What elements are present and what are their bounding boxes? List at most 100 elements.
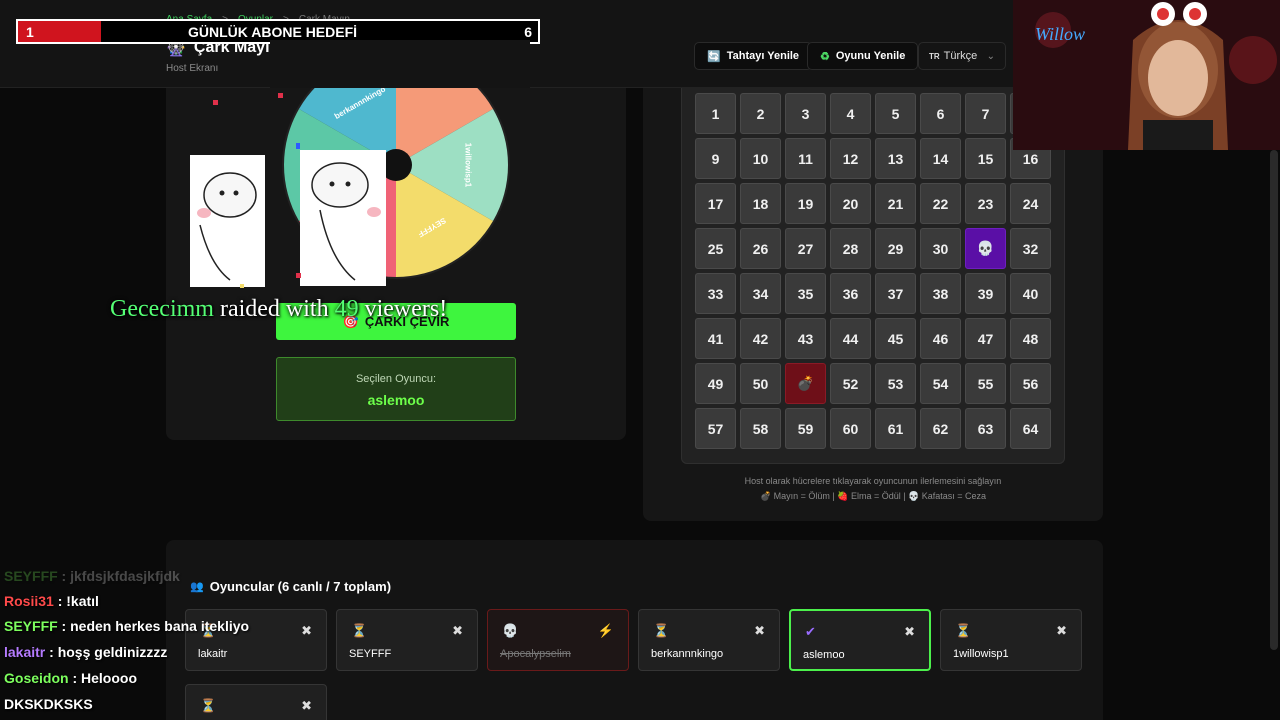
board-cell[interactable]: 34 xyxy=(740,273,781,314)
chat-separator: : xyxy=(45,644,58,660)
board-cell[interactable]: 6 xyxy=(920,93,961,134)
chat-separator: : xyxy=(57,618,71,634)
chat-message: SEYFFF : jkfdsjkfdasjkfjdk xyxy=(4,568,180,584)
chat-username: Goseidon xyxy=(4,670,69,686)
chat-message: lakaitr : hoşş geldinizzzz xyxy=(4,644,167,660)
board-cell[interactable]: 23 xyxy=(965,183,1006,224)
board-cell[interactable]: 20 xyxy=(830,183,871,224)
board-cell[interactable]: 55 xyxy=(965,363,1006,404)
board-cell[interactable]: 42 xyxy=(740,318,781,359)
board-cell[interactable]: 33 xyxy=(695,273,736,314)
board-cell[interactable]: 41 xyxy=(695,318,736,359)
webcam-overlay: Willow xyxy=(1013,0,1280,150)
board-cell[interactable]: 13 xyxy=(875,138,916,179)
board-cell-skull[interactable]: 💀 xyxy=(965,228,1006,269)
board-cell[interactable]: 63 xyxy=(965,408,1006,449)
lightning-icon[interactable]: ⚡ xyxy=(598,623,614,639)
board-cell[interactable]: 25 xyxy=(695,228,736,269)
board-cell[interactable]: 12 xyxy=(830,138,871,179)
board-cell[interactable]: 11 xyxy=(785,138,826,179)
board-cell[interactable]: 46 xyxy=(920,318,961,359)
board-cell[interactable]: 10 xyxy=(740,138,781,179)
board-cell[interactable]: 9 xyxy=(695,138,736,179)
hourglass-icon: ⏳ xyxy=(653,623,670,638)
chat-username: lakaitr xyxy=(4,644,46,660)
remove-player-icon[interactable]: ✖ xyxy=(452,623,463,639)
board-cell[interactable]: 14 xyxy=(920,138,961,179)
board-cell[interactable]: 26 xyxy=(740,228,781,269)
board-cell[interactable]: 2 xyxy=(740,93,781,134)
selected-player-label: Seçilen Oyuncu: xyxy=(355,373,437,385)
board-cell[interactable]: 21 xyxy=(875,183,916,224)
board-cell[interactable]: 53 xyxy=(875,363,916,404)
board-cell[interactable]: 45 xyxy=(875,318,916,359)
chat-username: SEYFFF xyxy=(4,568,58,584)
app-root: Ana Sayfa > Oyunlar > Çark Mayın 🎡 Çark … xyxy=(0,0,1280,720)
board-cell[interactable]: 37 xyxy=(875,273,916,314)
player-card[interactable]: 💀 ⚡ Apocalypselim xyxy=(487,609,629,671)
board-cell[interactable]: 7 xyxy=(965,93,1006,134)
page-subtitle: Host Ekranı xyxy=(166,63,219,74)
board-cell[interactable]: 60 xyxy=(830,408,871,449)
board-cell[interactable]: 61 xyxy=(875,408,916,449)
users-icon: 👥 xyxy=(190,581,204,593)
players-title: 👥 Oyuncular (6 canlı / 7 toplam) xyxy=(190,579,391,594)
board-cell-mine[interactable]: 💣 xyxy=(785,363,826,404)
board-cell[interactable]: 39 xyxy=(965,273,1006,314)
remove-player-icon[interactable]: ✖ xyxy=(301,623,312,639)
board-cell[interactable]: 44 xyxy=(830,318,871,359)
board-cell[interactable]: 1 xyxy=(695,93,736,134)
board-cell[interactable]: 57 xyxy=(695,408,736,449)
board-cell[interactable]: 29 xyxy=(875,228,916,269)
chat-text: !katıl xyxy=(66,593,99,609)
board-cell[interactable]: 15 xyxy=(965,138,1006,179)
chevron-down-icon: ⌄ xyxy=(986,50,995,62)
player-card[interactable]: ⏳ ✖ 1willowisp1 xyxy=(940,609,1082,671)
player-name: 1willowisp1 xyxy=(953,648,1009,660)
board-cell[interactable]: 4 xyxy=(830,93,871,134)
board-cell[interactable]: 3 xyxy=(785,93,826,134)
player-card[interactable]: ✔ ✖ aslemoo xyxy=(789,609,931,671)
board-cell[interactable]: 49 xyxy=(695,363,736,404)
board-cell[interactable]: 64 xyxy=(1010,408,1051,449)
board-cell[interactable]: 40 xyxy=(1010,273,1051,314)
board-cell[interactable]: 17 xyxy=(695,183,736,224)
board-cell[interactable]: 35 xyxy=(785,273,826,314)
remove-player-icon[interactable]: ✖ xyxy=(904,624,915,640)
board-cell[interactable]: 59 xyxy=(785,408,826,449)
board-cell[interactable]: 19 xyxy=(785,183,826,224)
board-cell[interactable]: 18 xyxy=(740,183,781,224)
remove-player-icon[interactable]: ✖ xyxy=(301,698,312,714)
board-cell[interactable]: 48 xyxy=(1010,318,1051,359)
board-cell[interactable]: 50 xyxy=(740,363,781,404)
board-cell[interactable]: 43 xyxy=(785,318,826,359)
board-cell[interactable]: 22 xyxy=(920,183,961,224)
board-cell[interactable]: 56 xyxy=(1010,363,1051,404)
hourglass-icon: ⏳ xyxy=(955,623,972,638)
refresh-board-button[interactable]: 🔄 Tahtayı Yenile xyxy=(694,42,813,70)
player-card[interactable]: ⏳ ✖ SEYFFF xyxy=(336,609,478,671)
language-select[interactable]: TR Türkçe ⌄ xyxy=(918,42,1006,70)
board-cell[interactable]: 38 xyxy=(920,273,961,314)
remove-player-icon[interactable]: ✖ xyxy=(1056,623,1067,639)
check-icon: ✔ xyxy=(805,624,816,639)
page-scrollbar[interactable] xyxy=(1270,150,1278,650)
player-card[interactable]: ⏳ ✖ xyxy=(185,684,327,720)
board-cell[interactable]: 54 xyxy=(920,363,961,404)
board-cell[interactable]: 52 xyxy=(830,363,871,404)
board-cell[interactable]: 28 xyxy=(830,228,871,269)
player-card[interactable]: ⏳ ✖ berkannnkingo xyxy=(638,609,780,671)
board-cell[interactable]: 36 xyxy=(830,273,871,314)
board-cell[interactable]: 24 xyxy=(1010,183,1051,224)
board-cell[interactable]: 62 xyxy=(920,408,961,449)
board-cell[interactable]: 30 xyxy=(920,228,961,269)
board-cell[interactable]: 47 xyxy=(965,318,1006,359)
cat-icon xyxy=(190,155,265,287)
refresh-game-button[interactable]: ♻ Oyunu Yenile xyxy=(807,42,919,70)
board-cell[interactable]: 27 xyxy=(785,228,826,269)
wheel-segment-label: 1willowisp1 xyxy=(463,143,472,188)
board-cell[interactable]: 58 xyxy=(740,408,781,449)
remove-player-icon[interactable]: ✖ xyxy=(754,623,765,639)
board-cell[interactable]: 32 xyxy=(1010,228,1051,269)
board-cell[interactable]: 5 xyxy=(875,93,916,134)
